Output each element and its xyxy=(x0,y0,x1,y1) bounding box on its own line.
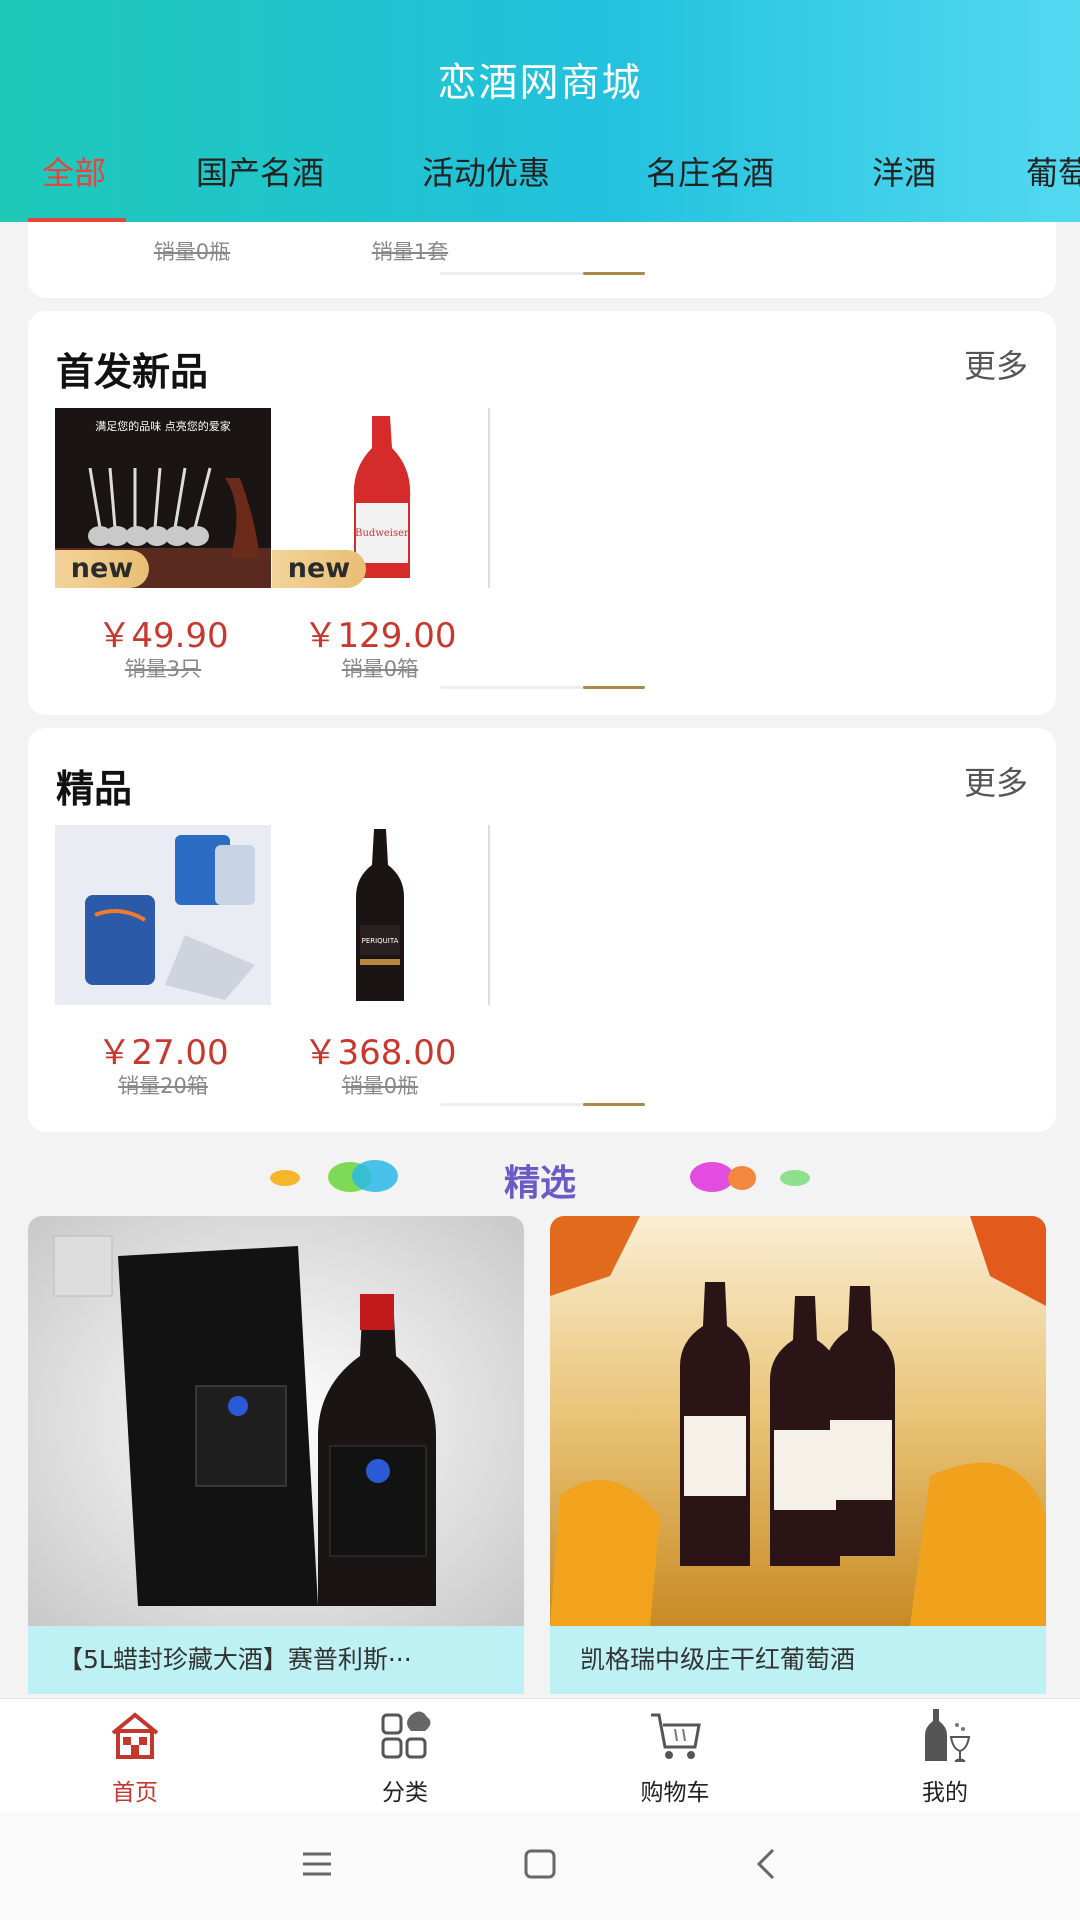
nav-home[interactable]: 首页 xyxy=(65,1707,205,1807)
nav-category[interactable]: 分类 xyxy=(335,1707,475,1807)
featured-item[interactable]: 【5L蜡封珍藏大酒】赛普利斯··· xyxy=(28,1216,524,1694)
nav-label: 我的 xyxy=(922,1780,968,1806)
svg-text:PERIQUITA: PERIQUITA xyxy=(362,937,399,945)
product-sales: 销量0瓶 xyxy=(341,1074,419,1098)
product-sales: 销量1套 xyxy=(371,240,449,264)
decor-blob xyxy=(728,1166,756,1190)
svg-text:Budweiser: Budweiser xyxy=(355,528,409,539)
featured-header: 精选 xyxy=(0,1150,1080,1210)
product-sales: 销量20箱 xyxy=(118,1074,208,1098)
more-link[interactable]: 更多 xyxy=(964,758,1028,804)
nav-label: 首页 xyxy=(112,1780,158,1806)
active-tab-indicator xyxy=(28,218,126,222)
nav-label: 购物车 xyxy=(640,1780,710,1806)
divider xyxy=(488,825,490,1005)
product-price: ￥129.00 xyxy=(303,616,457,656)
product-sales: 销量0箱 xyxy=(341,657,419,681)
new-arrivals-section: 首发新品 更多 满足您的品味 点亮您的爱家 new Budweiser new xyxy=(28,311,1056,715)
product-image-wine-glasses[interactable]: 满足您的品味 点亮您的爱家 new xyxy=(55,408,271,588)
bottom-navigation: 首页 分类 购物车 我的 xyxy=(0,1698,1080,1812)
product-price: ￥49.90 xyxy=(97,616,229,656)
tab-wine[interactable]: 葡萄 xyxy=(1026,148,1080,194)
product-image-beer-bottle[interactable]: Budweiser new xyxy=(272,408,488,588)
featured-item[interactable]: 凯格瑞中级庄干红葡萄酒 xyxy=(550,1216,1046,1694)
featured-caption: 【5L蜡封珍藏大酒】赛普利斯··· xyxy=(28,1626,524,1694)
category-icon xyxy=(381,1711,431,1759)
divider xyxy=(488,408,490,588)
nav-label: 分类 xyxy=(382,1780,428,1806)
home-icon xyxy=(111,1712,159,1759)
premium-section: 精品 更多 PERIQUITA ￥27.00 ￥368.00 销量20箱 销量0… xyxy=(28,728,1056,1132)
profile-icon xyxy=(925,1709,971,1762)
section-title: 精品 xyxy=(56,767,133,811)
tab-promotions[interactable]: 活动优惠 xyxy=(422,148,550,194)
nav-cart[interactable]: 购物车 xyxy=(605,1707,745,1807)
cart-icon xyxy=(651,1713,701,1759)
product-sales: 销量3只 xyxy=(124,657,202,681)
featured-image-wine-trio-autumn xyxy=(550,1216,1046,1626)
product-sales: 销量0瓶 xyxy=(153,240,231,264)
product-image-red-wine-bottle[interactable]: PERIQUITA xyxy=(272,825,488,1005)
horizontal-scroll-indicator xyxy=(440,686,645,689)
tab-domestic[interactable]: 国产名酒 xyxy=(196,148,324,194)
horizontal-scroll-indicator xyxy=(440,1103,645,1106)
page-title: 恋酒网商城 xyxy=(437,61,643,106)
new-badge: new xyxy=(272,550,366,588)
featured-image-wine-gift-box xyxy=(28,1216,524,1626)
tab-all[interactable]: 全部 xyxy=(42,148,106,194)
product-price: ￥27.00 xyxy=(97,1033,229,1073)
more-link[interactable]: 更多 xyxy=(964,341,1028,387)
featured-title: 精选 xyxy=(503,1163,576,1204)
tab-foreign-liquor[interactable]: 洋酒 xyxy=(872,148,936,194)
featured-caption: 凯格瑞中级庄干红葡萄酒 xyxy=(550,1626,1046,1694)
product-image-gift-cans[interactable] xyxy=(55,825,271,1005)
horizontal-scroll-indicator xyxy=(440,272,645,275)
product-price: ￥368.00 xyxy=(303,1033,457,1073)
tab-famous-estates[interactable]: 名庄名酒 xyxy=(646,148,774,194)
app-header: 恋酒网商城 全部 国产名酒 活动优惠 名庄名酒 洋酒 葡萄 xyxy=(0,0,1080,222)
menu-icon[interactable] xyxy=(295,1842,339,1886)
svg-text:满足您的品味 点亮您的爱家: 满足您的品味 点亮您的爱家 xyxy=(95,419,231,433)
home-square-icon[interactable] xyxy=(518,1842,562,1886)
system-navigation-bar xyxy=(0,1812,1080,1920)
nav-profile[interactable]: 我的 xyxy=(875,1707,1015,1807)
back-icon[interactable] xyxy=(745,1842,789,1886)
section-title: 首发新品 xyxy=(56,350,209,394)
category-tabs: 全部 国产名酒 活动优惠 名庄名酒 洋酒 葡萄 xyxy=(0,142,1080,222)
new-badge: new xyxy=(55,550,149,588)
decor-blob xyxy=(780,1170,810,1186)
